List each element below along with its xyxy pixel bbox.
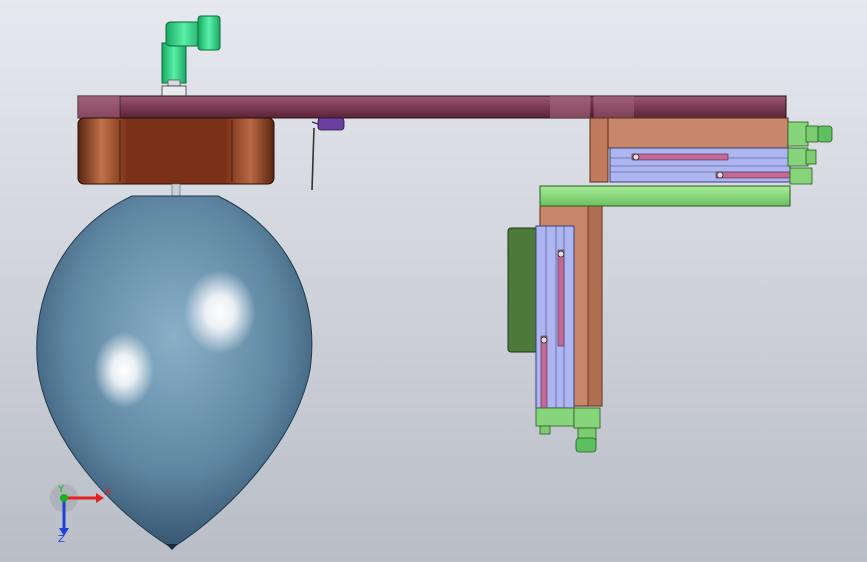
z-axis-label: Z bbox=[58, 534, 65, 545]
cad-viewport[interactable]: X Y Z bbox=[0, 0, 867, 562]
green-guide-bar[interactable] bbox=[539, 185, 791, 207]
top-plate[interactable] bbox=[77, 95, 787, 119]
y-axis-dot bbox=[60, 494, 68, 502]
balloon-highlight-left bbox=[94, 332, 154, 408]
copper-block[interactable] bbox=[77, 117, 275, 185]
x-axis-label: X bbox=[104, 487, 111, 498]
gripper-pad[interactable] bbox=[507, 227, 539, 353]
balloon-highlight-right bbox=[184, 270, 256, 354]
piston-rod-upper bbox=[631, 153, 729, 161]
vertical-cylinder[interactable] bbox=[535, 225, 575, 431]
y-axis-label: Y bbox=[57, 484, 65, 495]
piston-rod-vertical-right bbox=[557, 249, 565, 347]
horizontal-cylinder[interactable] bbox=[609, 147, 809, 183]
cad-model-canvas[interactable]: X Y Z bbox=[0, 0, 867, 562]
